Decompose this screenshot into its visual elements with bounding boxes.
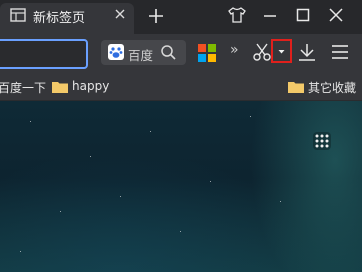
tab-title: 新标签页: [33, 11, 86, 26]
scissors-icon[interactable]: [252, 42, 272, 62]
bookmark-label: happy: [72, 79, 110, 93]
close-icon[interactable]: [329, 6, 343, 24]
download-icon[interactable]: [297, 42, 317, 62]
address-bar[interactable]: [0, 39, 88, 69]
search-engine-label: 百度: [128, 48, 154, 63]
shirt-icon[interactable]: [227, 6, 247, 24]
maximize-icon[interactable]: [296, 6, 310, 24]
grid-icon[interactable]: [313, 132, 331, 150]
folder-icon: [288, 82, 304, 93]
more-chevron-icon[interactable]: »: [230, 42, 242, 62]
screenshot-dropdown-button[interactable]: [271, 39, 292, 63]
search-icon[interactable]: [160, 43, 176, 61]
menu-icon[interactable]: [331, 43, 349, 61]
tab-page-icon: [10, 8, 26, 22]
bookmark-baidu[interactable]: 百度一下: [0, 79, 46, 96]
baidu-paw-icon[interactable]: [108, 44, 124, 60]
bookmark-label: 其它收藏: [308, 81, 357, 95]
tab-close-icon[interactable]: [113, 6, 127, 22]
new-tab-icon[interactable]: [148, 6, 164, 26]
folder-icon: [52, 82, 68, 93]
new-tab-background: [0, 101, 362, 272]
minimize-icon[interactable]: [263, 6, 277, 24]
apps-icon[interactable]: [198, 44, 216, 62]
dropdown-caret-icon: [278, 50, 285, 54]
